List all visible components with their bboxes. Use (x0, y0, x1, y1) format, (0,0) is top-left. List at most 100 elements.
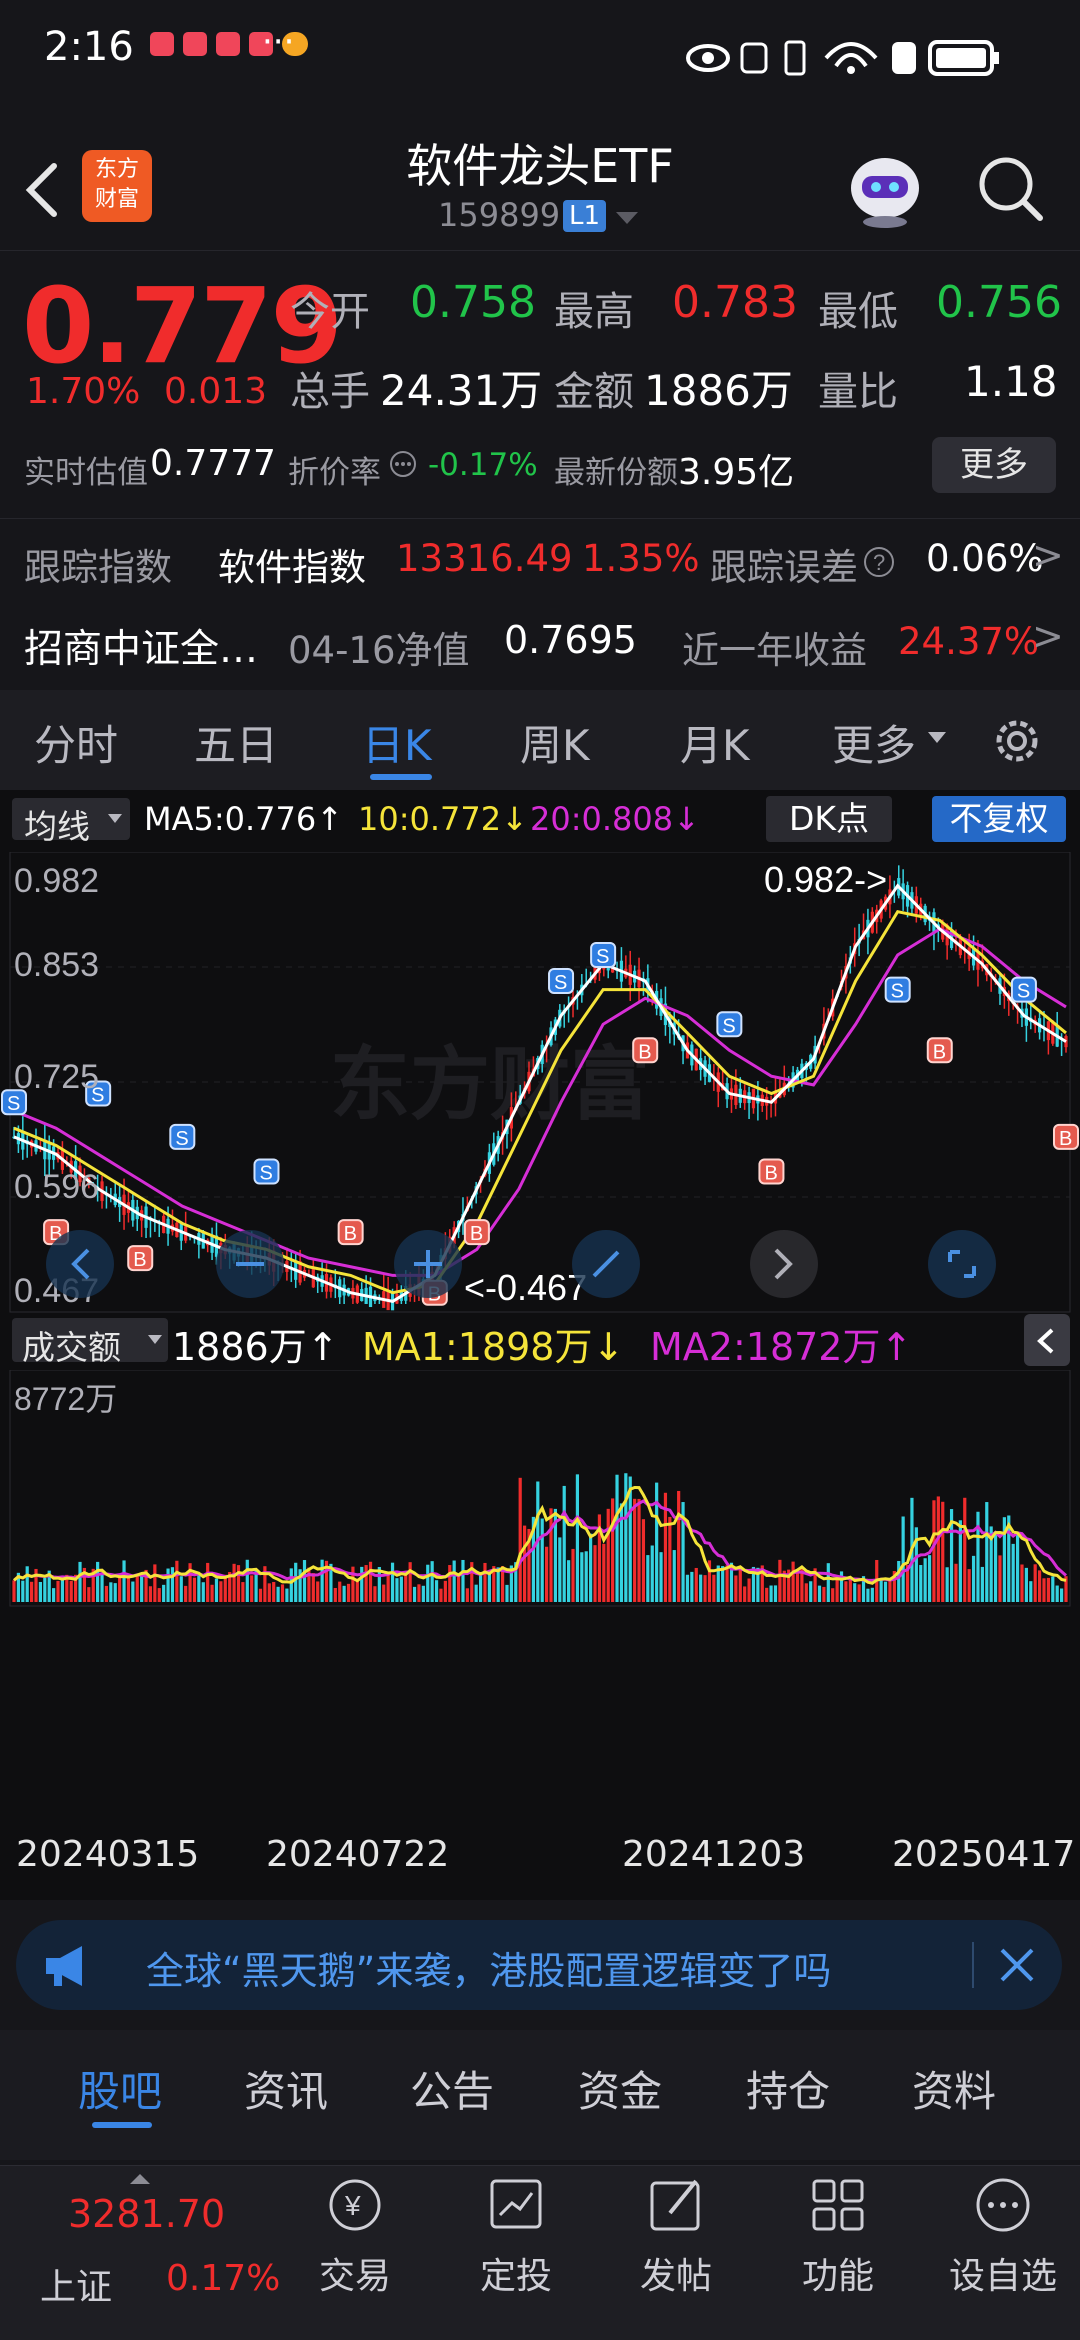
tab-funds[interactable]: 资金 (578, 2058, 662, 2119)
dk-point-button[interactable]: DK点 (766, 796, 892, 842)
quote-panel: 0.779 1.70% 0.013 今开 0.758 最高 0.783 最低 0… (0, 250, 1080, 510)
volume-bar (417, 1584, 421, 1602)
nav-auto-invest[interactable]: 定投 (466, 2175, 566, 2299)
period-tabs: 分时 五日 日K 周K 月K 更多 (0, 690, 1080, 790)
volume-amount-legend: 1886万↑ (172, 1325, 339, 1369)
level-badge[interactable]: L1 (563, 200, 607, 232)
volume-bar (109, 1582, 113, 1602)
market-index-value[interactable]: 3281.70 (68, 2192, 225, 2236)
market-index-name[interactable]: 上证 (40, 2258, 112, 2310)
zoom-out-button (216, 1230, 284, 1298)
volume-bar (743, 1586, 747, 1602)
tab-announcements[interactable]: 公告 (410, 2058, 494, 2119)
tab-intraday[interactable]: 分时 (34, 712, 118, 773)
collapse-indicator-button[interactable] (1024, 1314, 1070, 1366)
volume-bar (567, 1560, 571, 1602)
robot-assistant-icon[interactable] (840, 140, 930, 230)
amount-label: 金额 (554, 369, 634, 415)
volume-bar (157, 1588, 161, 1602)
volume-bar (734, 1575, 738, 1602)
volume-bar (879, 1578, 883, 1602)
tab-holdings[interactable]: 持仓 (746, 2058, 830, 2119)
volume-bar (580, 1552, 584, 1602)
volume-bar (804, 1583, 808, 1602)
discount-value: -0.17% (428, 447, 538, 483)
volume-bar (302, 1560, 307, 1602)
volume-bar (245, 1559, 249, 1602)
buy-signal-marker: B (926, 1037, 953, 1063)
news-banner[interactable]: 全球“黑天鹅”来袭，港股配置逻辑变了吗 (16, 1920, 1062, 2010)
svg-text:B: B (133, 1249, 146, 1271)
volume-bar (773, 1585, 778, 1602)
system-status-icons (686, 40, 999, 76)
gear-icon[interactable] (990, 714, 1044, 768)
volume-chart[interactable]: 8772万 (0, 1370, 1080, 1610)
svg-text:B: B (344, 1223, 357, 1245)
volume-bar (412, 1586, 417, 1602)
min-annotation: <-0.467 (464, 1267, 587, 1308)
high-label: 最高 (554, 289, 634, 335)
svg-text:?: ? (873, 550, 885, 575)
search-icon[interactable] (976, 154, 1046, 224)
volume-bar (791, 1561, 795, 1602)
buy-signal-marker: B (1053, 1123, 1079, 1150)
volume-bar (985, 1502, 989, 1602)
tab-news[interactable]: 资讯 (244, 2058, 328, 2119)
tab-profile[interactable]: 资料 (912, 2058, 996, 2119)
more-button[interactable]: 更多 (932, 437, 1056, 493)
change-amount: 0.013 (164, 371, 268, 412)
tab-monthly-k[interactable]: 月K (680, 712, 750, 773)
svg-text:B: B (638, 1041, 651, 1063)
volume-bar (192, 1577, 197, 1602)
volume-bar (822, 1586, 826, 1602)
volume-bar (346, 1583, 351, 1602)
fund-row[interactable]: 招商中证全… 04-16净值 0.7695 近一年收益 24.37% > (0, 600, 1080, 686)
volume-bar (179, 1576, 183, 1602)
tab-weekly-k[interactable]: 周K (520, 712, 590, 773)
candlestick-chart[interactable]: 东方财富 SSSSBSSBSBSBSBBBBB 0.982 0.853 0.72… (0, 852, 1080, 1314)
ma5-legend: MA5:0.776↑ (144, 800, 344, 838)
volume-bar (56, 1580, 60, 1602)
buy-signal-marker: B (127, 1245, 154, 1272)
info-icon[interactable] (388, 449, 418, 479)
svg-text:S: S (596, 946, 609, 968)
volume-bar (545, 1546, 549, 1602)
nav-add-watchlist[interactable]: 设自选 (948, 2175, 1058, 2299)
tracking-error-value: 0.06% (926, 537, 1044, 580)
help-icon[interactable]: ? (862, 545, 896, 579)
tab-five-day[interactable]: 五日 (194, 712, 278, 773)
svg-text:B: B (933, 1041, 946, 1063)
caret-down-icon[interactable] (616, 212, 638, 226)
tab-more[interactable]: 更多 (832, 712, 916, 773)
watermark: 东方财富 (330, 1040, 650, 1129)
volume-bar (478, 1573, 483, 1602)
active-content-tab-indicator (92, 2122, 152, 2128)
nav-functions[interactable]: 功能 (788, 2175, 888, 2299)
volume-bar (461, 1559, 465, 1602)
edit-icon (650, 2179, 700, 2231)
volume-bar (945, 1567, 949, 1602)
nav-trade[interactable]: ¥ 交易 (305, 2175, 405, 2299)
tab-forum[interactable]: 股吧 (78, 2058, 162, 2119)
caret-down-icon (108, 814, 122, 823)
volume-bar (135, 1574, 139, 1602)
volume-indicator-selector[interactable]: 成交额 (12, 1318, 168, 1367)
close-icon[interactable] (998, 1946, 1036, 1984)
sell-signal-marker: S (169, 1123, 196, 1150)
nav-post[interactable]: 发帖 (626, 2175, 726, 2299)
buy-signal-marker: B (632, 1037, 659, 1063)
volume-bar (650, 1545, 654, 1602)
volume-bar (1046, 1577, 1050, 1602)
tracking-index-row[interactable]: 跟踪指数 软件指数 13316.49 1.35% 跟踪误差 ? 0.06% > (0, 518, 1080, 600)
volume-bar (1051, 1576, 1055, 1602)
security-code: 159899 (438, 196, 561, 234)
kline-chart-area: 均线 MA5:0.776↑ 10:0.772↓ 20:0.808↓ DK点 不复… (0, 790, 1080, 1900)
volume-bar (826, 1563, 830, 1602)
volume-bar (276, 1586, 280, 1602)
tab-daily-k[interactable]: 日K (362, 712, 432, 773)
volume-bar (184, 1585, 188, 1602)
adjust-button[interactable]: 不复权 (932, 796, 1066, 842)
ma-selector[interactable]: 均线 (12, 798, 130, 846)
volume-bar (602, 1543, 606, 1602)
market-index-pct[interactable]: 0.17% (166, 2258, 280, 2299)
